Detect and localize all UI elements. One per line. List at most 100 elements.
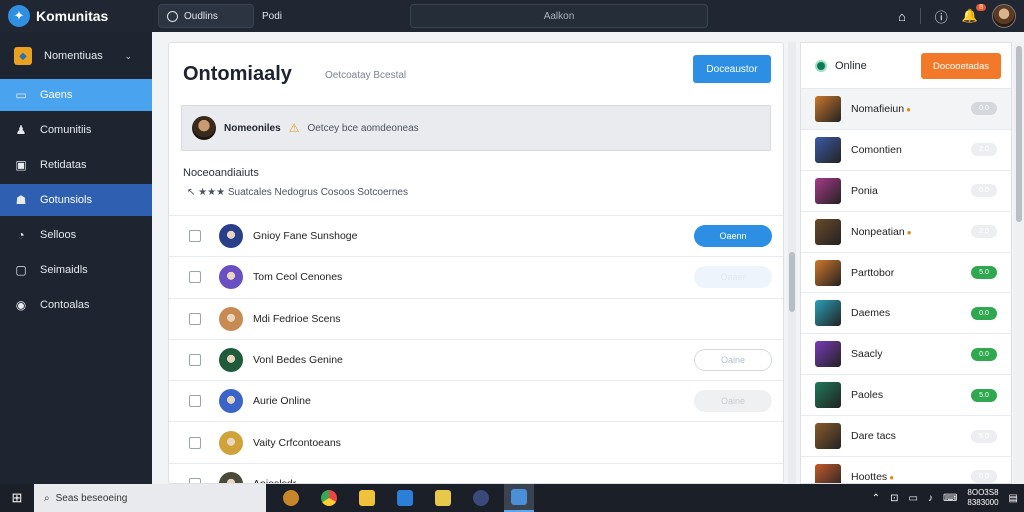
list-item[interactable]: Saacly 0.0 <box>801 334 1011 376</box>
files-icon[interactable] <box>428 484 458 512</box>
bell-icon[interactable]: 🔔 8 <box>962 4 986 24</box>
list-item[interactable]: Nomafieiun ● 0.0 <box>801 89 1011 130</box>
row-name: Tom Ceol Cenones <box>253 271 343 284</box>
table-row[interactable]: Mdi Fedrioe Scens <box>169 297 783 339</box>
pencil-icon: ↖ <box>187 187 196 198</box>
list-item-label-wrap: Nonpeatian ● <box>851 226 912 238</box>
battery-icon[interactable]: ▭ <box>909 493 918 504</box>
home-icon[interactable]: ⌂ <box>898 9 906 24</box>
notifications-icon[interactable]: ▤ <box>1009 493 1018 504</box>
status-badge[interactable]: 5.0 <box>971 429 997 443</box>
system-tray: ⌃ ⊡ ▭ ♪ ⌨ 8OO3S8 8383000 ▤ <box>872 484 1018 512</box>
row-action-button[interactable]: Oaine <box>694 390 772 413</box>
status-badge[interactable]: 0.0 <box>971 306 997 320</box>
list-item-label: Ponia <box>851 184 878 197</box>
clock[interactable]: 8OO3S8 8383000 <box>967 488 998 508</box>
taskbar-search-input[interactable]: ⌕ Seas beseoeing <box>34 484 266 512</box>
sidebar-item-nomentiuas[interactable]: ◆ Nomentiuas ⌄ <box>0 36 152 76</box>
sidebar-item-label: Selloos <box>40 229 77 241</box>
sidebar: ◆ Nomentiuas ⌄ ▭ Gaens ♟ Comunitiis ▣ Re… <box>0 32 152 484</box>
list-item[interactable]: Paoles 5.0 <box>801 375 1011 417</box>
row-action-button[interactable]: Oaenn <box>694 225 772 248</box>
sidebar-item-gaens[interactable]: ▭ Gaens <box>0 79 152 111</box>
taskbar-app-circle-icon[interactable] <box>276 484 306 512</box>
row-checkbox[interactable] <box>189 395 201 408</box>
status-badge[interactable]: 0.0 <box>971 470 997 483</box>
sidebar-item-selloos[interactable]: ◔ Selloos <box>0 219 152 251</box>
row-checkbox[interactable] <box>189 436 201 449</box>
main-scrollbar[interactable] <box>788 42 796 484</box>
chrome-icon[interactable] <box>314 484 344 512</box>
table-row[interactable]: Tom Ceol Cenones Oaaer <box>169 256 783 297</box>
avatar <box>219 348 243 373</box>
status-badge[interactable]: 2.0 <box>971 225 997 239</box>
user-list: Gnioy Fane Sunshoge Oaenn Tom Ceol Cenones… <box>169 215 783 483</box>
table-row[interactable]: Anioslsdr <box>169 462 783 483</box>
folder-icon[interactable] <box>352 484 382 512</box>
network-icon[interactable]: ⊡ <box>890 493 898 504</box>
media-icon[interactable] <box>466 484 496 512</box>
list-item[interactable]: Ponia 0.0 <box>801 171 1011 212</box>
brand-logo-icon: ✦ <box>8 5 30 27</box>
primary-action-button[interactable]: Doceaustor <box>693 55 771 83</box>
chevron-up-icon[interactable]: ⌃ <box>872 493 880 504</box>
store-icon[interactable] <box>390 484 420 512</box>
online-panel-button[interactable]: Docooetadas <box>921 53 1001 79</box>
windows-start-icon[interactable]: ⊞ <box>0 484 34 512</box>
scrollbar-thumb[interactable] <box>789 252 795 312</box>
list-item[interactable]: Dare tacs 5.0 <box>801 416 1011 458</box>
list-item-label-wrap: Saacly <box>851 348 883 360</box>
online-panel-title: Online <box>835 59 867 72</box>
status-badge[interactable]: 2.0 <box>971 143 997 157</box>
game-thumbnail <box>815 95 841 122</box>
list-item[interactable]: Daemes 0.0 <box>801 293 1011 335</box>
sidebar-item-seimaidls[interactable]: ▢ Seimaidls <box>0 254 152 286</box>
keyboard-icon[interactable]: ⌨ <box>943 493 957 504</box>
sidebar-item-label: Gotunsiols <box>40 194 92 206</box>
taskbar-apps <box>276 484 534 512</box>
top-extra-link[interactable]: Podi <box>262 11 282 22</box>
status-badge[interactable]: 5.0 <box>971 266 997 279</box>
info-icon[interactable]: ⓘ <box>935 7 948 26</box>
chevron-down-icon[interactable]: ⌄ <box>124 51 132 62</box>
list-heading: Noceoandiaiuts <box>183 167 259 179</box>
sidebar-item-comunitiis[interactable]: ♟ Comunitiis <box>0 114 152 146</box>
game-thumbnail <box>815 177 841 204</box>
list-item-label-wrap: Nomafieiun ● <box>851 103 911 115</box>
list-item[interactable]: Parttobor 5.0 <box>801 253 1011 294</box>
right-scrollbar[interactable] <box>1014 42 1024 484</box>
row-checkbox[interactable] <box>189 354 201 367</box>
list-item-label-wrap: Paoles <box>851 389 883 401</box>
row-checkbox[interactable] <box>189 312 201 325</box>
sidebar-item-retidatas[interactable]: ▣ Retidatas <box>0 149 152 181</box>
status-badge[interactable]: 0.0 <box>971 184 997 198</box>
table-row[interactable]: Aurie Online Oaine <box>169 380 783 421</box>
top-center-search-input[interactable]: Aalkon <box>410 4 708 28</box>
volume-icon[interactable]: ♪ <box>928 493 933 504</box>
row-checkbox[interactable] <box>189 230 201 243</box>
status-badge[interactable]: 0.0 <box>971 102 997 116</box>
top-center-placeholder: Aalkon <box>543 10 575 22</box>
table-row[interactable]: Vaity Crfcontoeans <box>169 421 783 462</box>
clock-date: 8383000 <box>967 498 999 507</box>
sidebar-item-label: Seimaidls <box>40 264 88 276</box>
row-checkbox[interactable] <box>189 271 201 284</box>
active-app-icon[interactable] <box>504 484 534 512</box>
scrollbar-thumb[interactable] <box>1016 46 1022 222</box>
list-item[interactable]: Nonpeatian ● 2.0 <box>801 212 1011 253</box>
brand[interactable]: ✦ Komunitas <box>0 5 152 27</box>
row-action-button[interactable]: Oaine <box>694 349 772 372</box>
list-item[interactable]: Comontien 2.0 <box>801 130 1011 171</box>
status-badge[interactable]: 5.0 <box>971 388 997 402</box>
row-action-button[interactable]: Oaaer <box>694 266 772 289</box>
top-search-button[interactable]: Oudlins <box>158 4 254 28</box>
avatar[interactable] <box>992 4 1016 28</box>
game-thumbnail <box>815 136 841 163</box>
table-row[interactable]: Vonl Bedes Genine Oaine <box>169 338 783 380</box>
sidebar-item-gotunsiols[interactable]: ☗ Gotunsiols <box>0 184 152 216</box>
status-badge[interactable]: 0.0 <box>971 347 997 361</box>
sidebar-item-label: Comunitiis <box>40 124 92 136</box>
list-item[interactable]: Hoottes ● 0.0 <box>801 457 1011 483</box>
sidebar-item-contoalas[interactable]: ◉ Contoalas <box>0 289 152 321</box>
table-row[interactable]: Gnioy Fane Sunshoge Oaenn <box>169 215 783 256</box>
